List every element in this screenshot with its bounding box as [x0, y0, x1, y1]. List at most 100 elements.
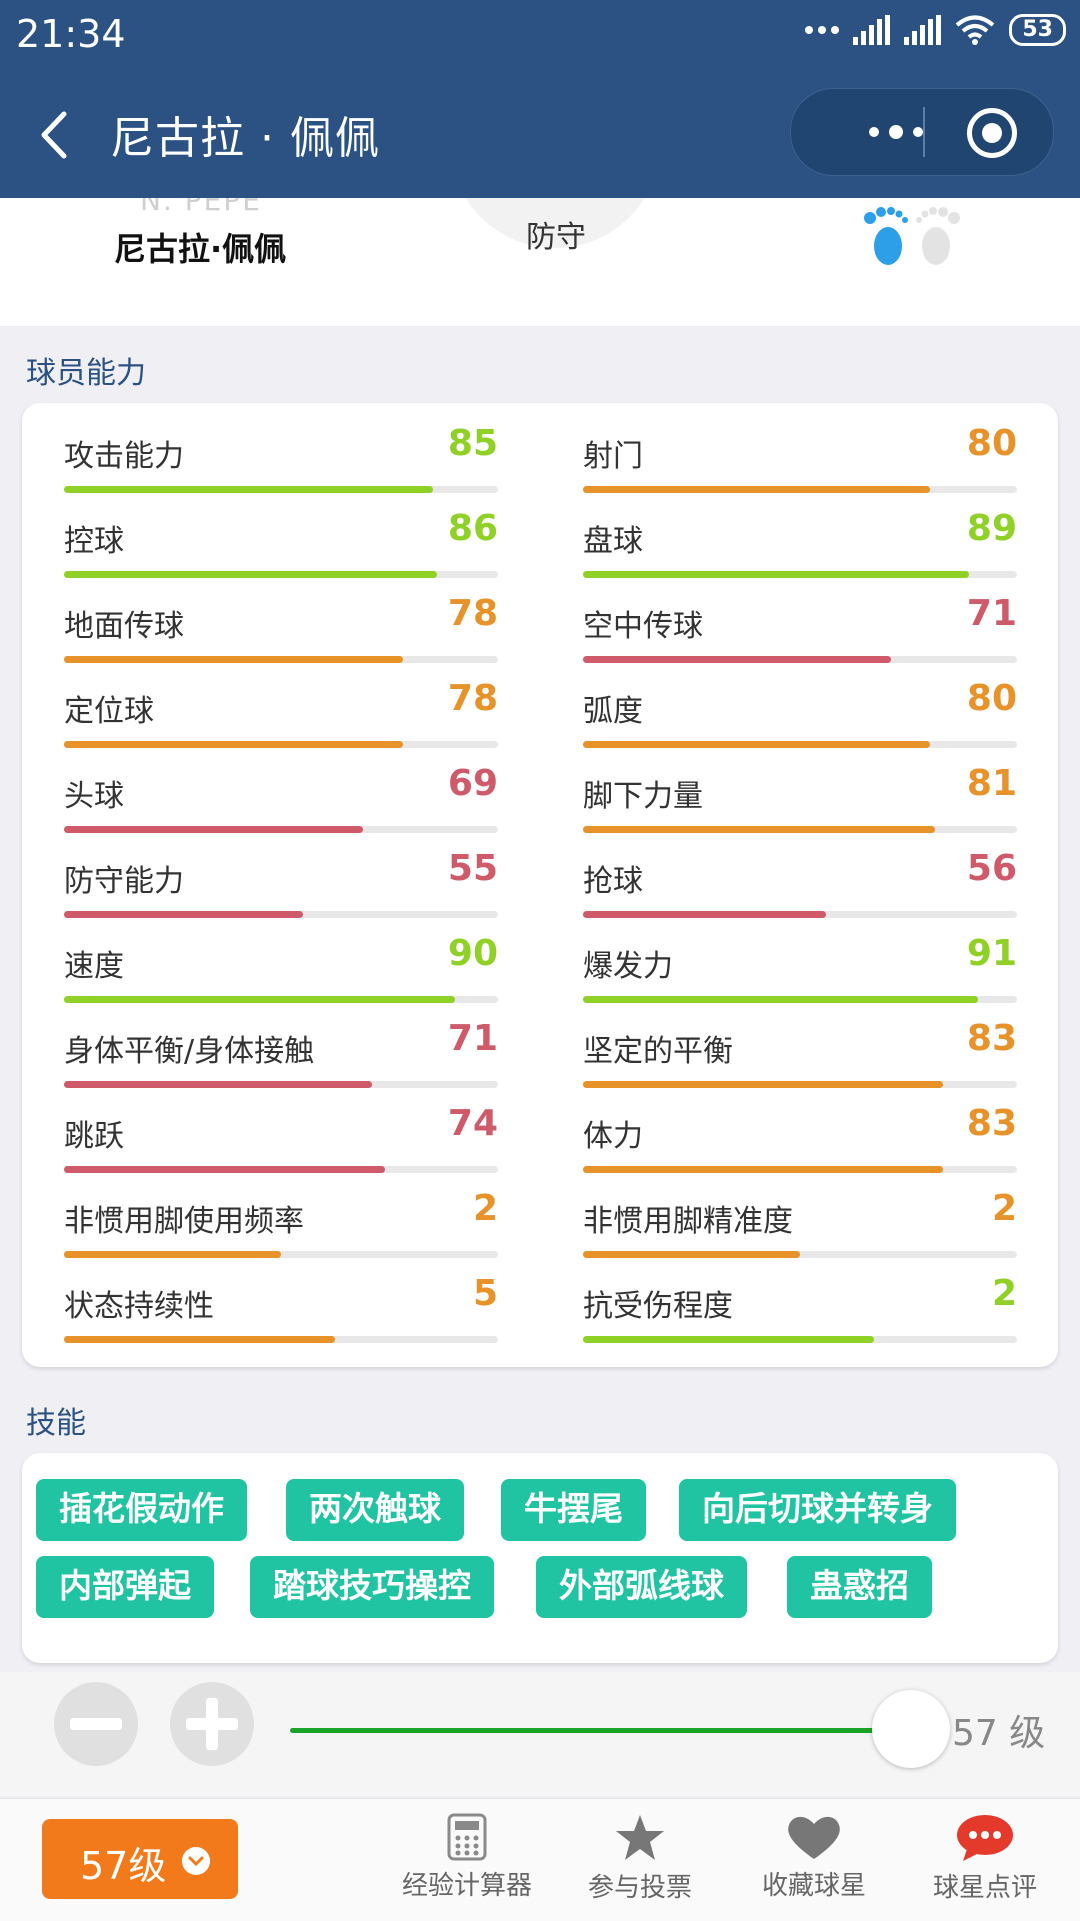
stat-bar-track [583, 1166, 1017, 1173]
stat-value: 85 [447, 423, 498, 464]
stat-value: 83 [966, 1103, 1017, 1144]
stat-value: 78 [447, 593, 498, 634]
stat-item: 身体平衡/身体接触 71 [64, 1008, 498, 1093]
stat-label: 脚下力量 [583, 779, 703, 814]
stat-bar-fill [583, 1251, 800, 1258]
stat-value: 74 [447, 1103, 498, 1144]
skill-tag: 牛摆尾 [501, 1479, 646, 1541]
stat-bar-track [583, 826, 1017, 833]
stat-bar-track [64, 1081, 498, 1088]
stat-label: 跳跃 [64, 1119, 124, 1154]
close-target-icon[interactable] [967, 108, 1017, 158]
stat-label: 攻击能力 [64, 439, 184, 474]
stat-label: 地面传球 [64, 609, 184, 644]
tab-label: 参与投票 [587, 1873, 692, 1903]
player-header: N. PEPE 尼古拉·佩佩 防守 [0, 198, 1080, 326]
stat-item: 控球 86 [64, 498, 498, 583]
stat-bar-fill [64, 911, 303, 918]
stat-label: 坚定的平衡 [583, 1034, 733, 1069]
stat-bar-fill [583, 486, 931, 493]
back-icon[interactable] [30, 100, 80, 170]
plus-button[interactable] [170, 1682, 254, 1766]
stat-label: 速度 [64, 949, 124, 984]
stat-bar-fill [583, 911, 827, 918]
skill-tag: 踏球技巧操控 [250, 1556, 494, 1618]
stat-item: 头球 69 [64, 753, 498, 838]
stat-value: 80 [966, 423, 1017, 464]
stat-bar-fill [64, 571, 438, 578]
stat-label: 抢球 [583, 864, 643, 899]
stat-bar-track [64, 826, 498, 833]
stat-value: 55 [447, 848, 498, 889]
stat-label: 非惯用脚精准度 [583, 1204, 793, 1239]
right-foot-icon [916, 207, 960, 265]
level-slider-thumb[interactable] [872, 1690, 950, 1768]
tab-review[interactable]: 球星点评 [910, 1813, 1060, 1913]
level-unit: 级 [1009, 1713, 1046, 1754]
tab-label: 球星点评 [932, 1873, 1037, 1903]
signal-icon [853, 15, 891, 45]
stat-bar-fill [64, 741, 403, 748]
stat-value: 91 [966, 933, 1017, 974]
level-select-button[interactable]: 57级 [42, 1819, 238, 1899]
stat-value: 2 [991, 1273, 1017, 1314]
stat-bar-fill [583, 826, 935, 833]
stat-item: 爆发力 91 [583, 923, 1017, 1008]
stat-item: 空中传球 71 [583, 583, 1017, 668]
stat-bar-fill [64, 826, 364, 833]
status-icons: 53 [805, 14, 1066, 46]
stat-label: 爆发力 [583, 949, 673, 984]
stat-label: 定位球 [64, 694, 154, 729]
stat-bar-track [583, 741, 1017, 748]
player-position: 防守 [526, 220, 586, 255]
status-time: 21:34 [16, 12, 126, 56]
stat-bar-track [64, 911, 498, 918]
tab-favorite[interactable]: 收藏球星 [739, 1813, 889, 1913]
stat-bar-fill [583, 1336, 874, 1343]
stat-bar-fill [583, 656, 892, 663]
stat-bar-fill [583, 1081, 944, 1088]
level-slider-track[interactable] [290, 1728, 910, 1733]
stat-label: 盘球 [583, 524, 643, 559]
stat-item: 抗受伤程度 2 [583, 1263, 1017, 1348]
stat-value: 2 [991, 1188, 1017, 1229]
stat-bar-fill [64, 996, 455, 1003]
stat-bar-track [583, 1081, 1017, 1088]
page-title: 尼古拉 · 佩佩 [110, 113, 380, 164]
stat-bar-track [64, 741, 498, 748]
stat-value: 71 [447, 1018, 498, 1059]
status-bar: 21:34 53 [0, 0, 1080, 70]
player-chinese-name: 尼古拉·佩佩 [114, 230, 287, 268]
skill-tag: 蛊惑招 [787, 1556, 932, 1618]
more-notifications-icon [805, 26, 840, 34]
stat-bar-track [64, 1336, 498, 1343]
stat-label: 体力 [583, 1119, 643, 1154]
stat-bar-track [64, 486, 498, 493]
stat-value: 90 [447, 933, 498, 974]
heart-icon [788, 1816, 840, 1859]
skill-tag: 内部弹起 [36, 1556, 214, 1618]
stat-bar-track [64, 656, 498, 663]
stat-bar-fill [583, 1166, 944, 1173]
stat-bar-track [583, 656, 1017, 663]
tab-exp-calculator[interactable]: 经验计算器 [392, 1813, 542, 1913]
stat-value: 56 [966, 848, 1017, 889]
stat-value: 71 [966, 593, 1017, 634]
tab-label: 收藏球星 [761, 1871, 866, 1901]
stat-label: 抗受伤程度 [583, 1289, 733, 1324]
stat-label: 射门 [583, 439, 643, 474]
stat-bar-fill [583, 571, 970, 578]
stat-label: 非惯用脚使用频率 [64, 1204, 304, 1239]
tab-vote[interactable]: 参与投票 [565, 1813, 715, 1913]
stat-value: 78 [447, 678, 498, 719]
stat-bar-track [583, 1336, 1017, 1343]
skill-tag: 外部弧线球 [536, 1556, 747, 1618]
more-menu-button[interactable] [831, 89, 961, 175]
mini-program-capsule [790, 88, 1054, 176]
stat-item: 非惯用脚精准度 2 [583, 1178, 1017, 1263]
chevron-down-icon [182, 1847, 210, 1875]
minus-button[interactable] [54, 1682, 138, 1766]
skills-card: 插花假动作 两次触球 牛摆尾 向后切球并转身 内部弹起 踏球技巧操控 外部弧线球 蛊惑招 [22, 1453, 1058, 1663]
stat-value: 89 [966, 508, 1017, 549]
stat-bar-fill [583, 996, 978, 1003]
